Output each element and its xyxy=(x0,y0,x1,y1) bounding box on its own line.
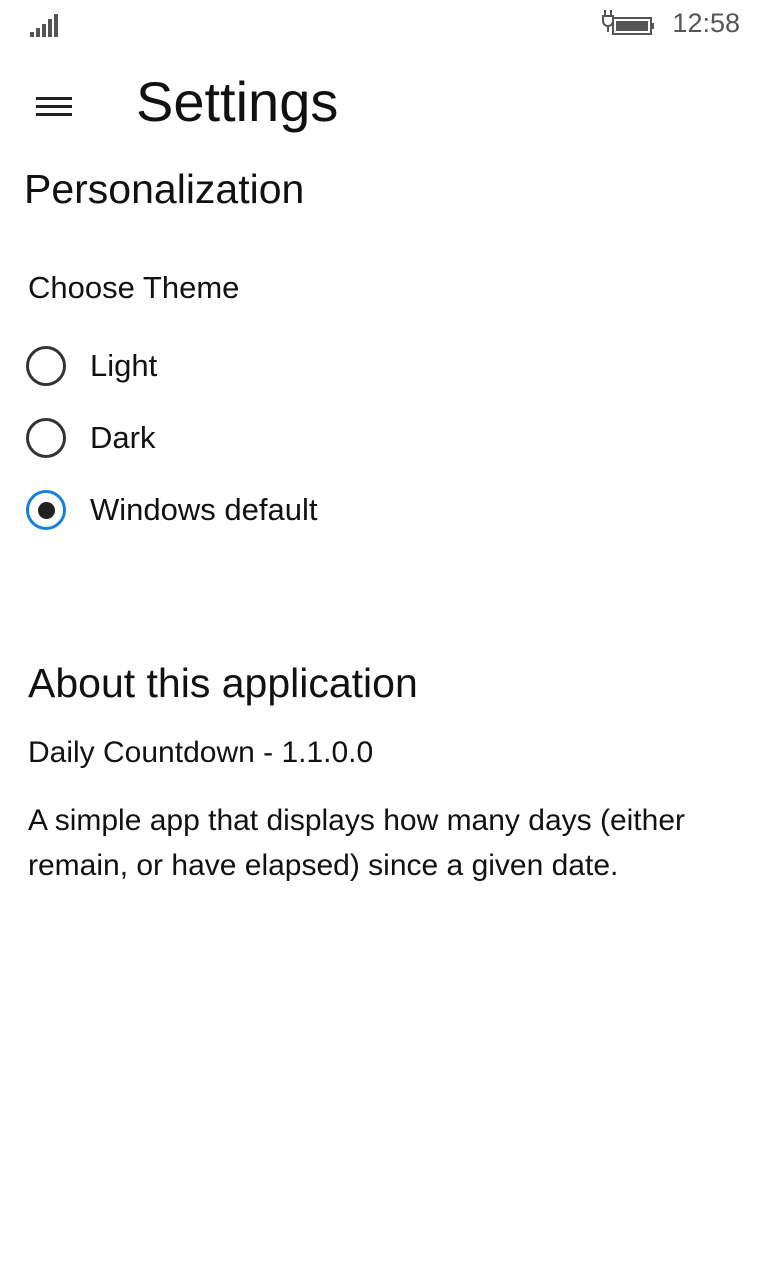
personalization-heading: Personalization xyxy=(24,166,305,212)
signal-strength-icon xyxy=(30,13,62,37)
theme-option-dark[interactable]: Dark xyxy=(26,413,155,463)
radio-windows-default[interactable] xyxy=(26,490,66,530)
app-version: Daily Countdown - 1.1.0.0 xyxy=(28,736,374,769)
theme-option-label: Light xyxy=(90,348,158,383)
app-description: A simple app that displays how many days… xyxy=(28,804,685,882)
theme-option-windows-default[interactable]: Windows default xyxy=(26,485,317,535)
about-heading: About this application xyxy=(28,660,418,706)
theme-option-label: Windows default xyxy=(90,492,318,527)
choose-theme-label: Choose Theme xyxy=(28,270,240,305)
status-clock: 12:58 xyxy=(672,8,740,38)
hamburger-menu-icon[interactable] xyxy=(26,80,82,132)
radio-dark[interactable] xyxy=(26,418,66,458)
battery-charging-icon xyxy=(602,10,654,35)
radio-light[interactable] xyxy=(26,346,66,386)
theme-option-light[interactable]: Light xyxy=(26,341,157,391)
status-bar: 12:58 xyxy=(0,0,768,50)
page-title: Settings xyxy=(136,70,339,133)
theme-option-label: Dark xyxy=(90,420,156,455)
settings-screen: 12:58 Settings Personalization Choose Th… xyxy=(0,0,768,1280)
